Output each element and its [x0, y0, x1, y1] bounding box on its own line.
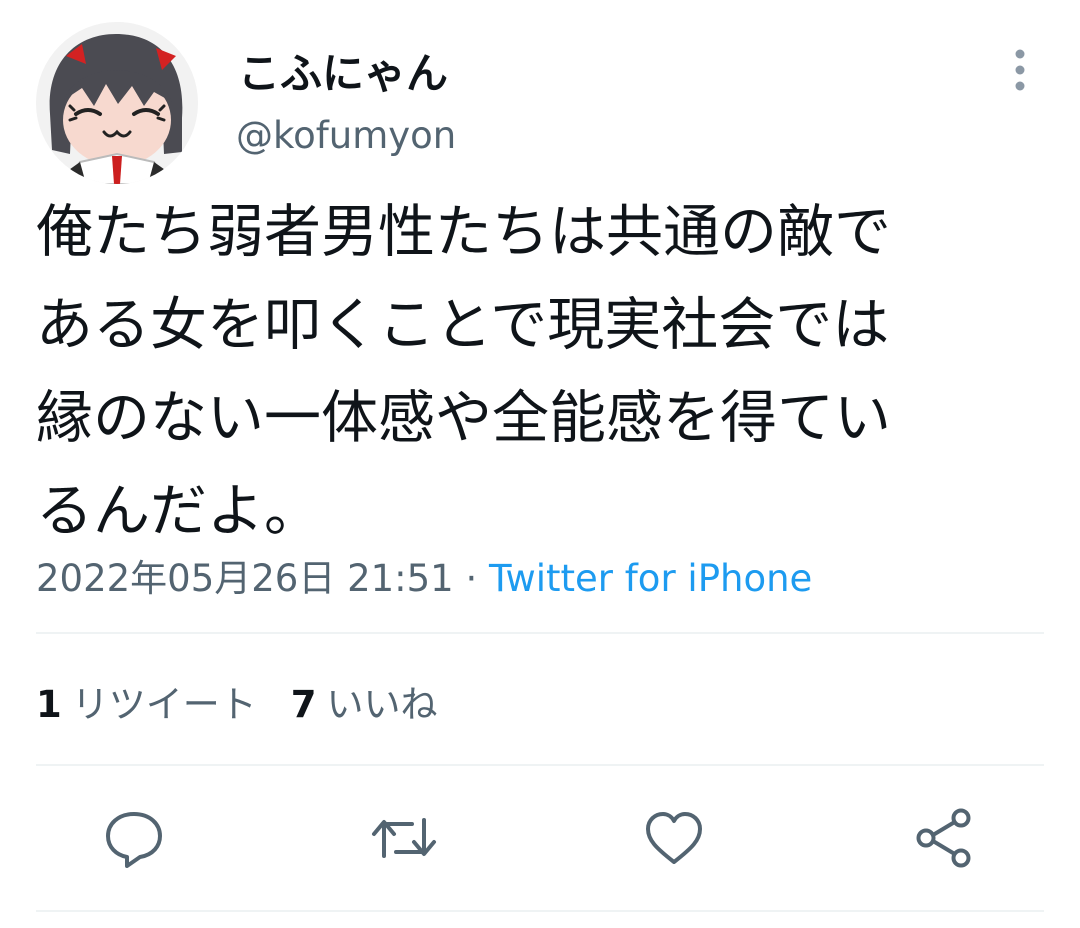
tweet-text-line: ある女を叩くことで現実社会では	[36, 292, 890, 358]
divider	[36, 632, 1044, 634]
like-icon	[646, 812, 702, 864]
divider	[36, 910, 1044, 912]
like-button[interactable]	[636, 800, 712, 876]
retweet-icon	[372, 818, 436, 858]
tweet-text-line: るんだよ。	[36, 478, 321, 544]
tweet-text-line: 縁のない一体感や全能感を得てい	[36, 385, 891, 451]
divider	[36, 764, 1044, 766]
tweet-timestamp[interactable]: 2022年05月26日 21:51	[36, 557, 454, 600]
reply-icon	[106, 812, 162, 868]
likes-count: 7	[290, 683, 317, 726]
avatar[interactable]	[36, 22, 198, 184]
avatar-image	[36, 22, 198, 184]
tweet-source-link[interactable]: Twitter for iPhone	[489, 557, 812, 600]
reply-button[interactable]	[96, 800, 172, 876]
more-vertical-icon	[1015, 49, 1025, 91]
tweet-text-line: 俺たち弱者男性たちは共通の敵で	[36, 199, 891, 265]
likes-label: いいね	[326, 683, 438, 726]
retweet-button[interactable]	[366, 800, 442, 876]
retweets-stat[interactable]: 1 リツイート	[36, 683, 257, 726]
display-name[interactable]: こふにゃん	[238, 40, 448, 101]
likes-stat[interactable]: 7 いいね	[291, 683, 438, 726]
retweets-label: リツイート	[71, 683, 257, 726]
meta-separator: ·	[453, 557, 490, 600]
share-button[interactable]	[906, 800, 982, 876]
more-options-button[interactable]	[1000, 44, 1040, 96]
user-handle[interactable]: @kofumyon	[236, 114, 456, 157]
share-icon	[916, 808, 971, 868]
tweet-stats: 1 リツイート 7 いいね	[36, 674, 472, 728]
tweet-text: 俺たち弱者男性たちは共通の敵で ある女を叩くことで現実社会では 縁のない一体感や…	[36, 186, 1046, 558]
tweet-meta: 2022年05月26日 21:51 · Twitter for iPhone	[36, 548, 812, 602]
retweets-count: 1	[36, 683, 62, 726]
